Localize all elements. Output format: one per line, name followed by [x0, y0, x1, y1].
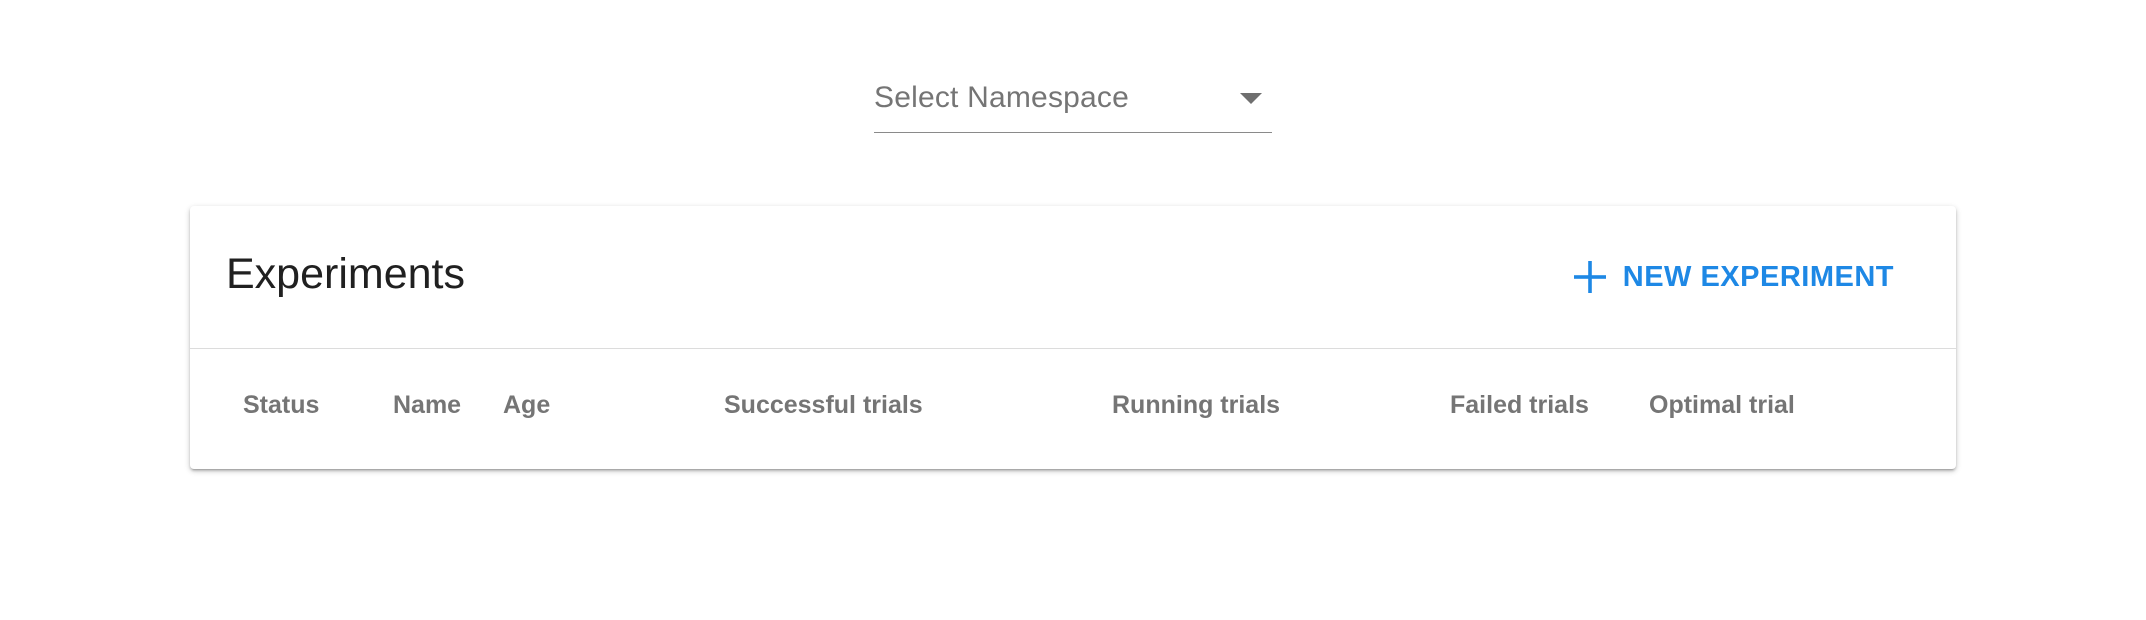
arrow-drop-down-icon[interactable]: [1240, 93, 1262, 104]
namespace-select-placeholder: Select Namespace: [874, 81, 1129, 114]
new-experiment-label: NEW EXPERIMENT: [1622, 260, 1894, 293]
column-header-failed-trials[interactable]: Failed trials: [1450, 391, 1589, 420]
page: Select Namespace Experiments NEW EXPERIM…: [0, 0, 2146, 620]
experiments-card: Experiments NEW EXPERIMENT Status Name A…: [190, 206, 1956, 469]
column-header-running-trials[interactable]: Running trials: [1112, 391, 1280, 420]
experiments-card-header: Experiments NEW EXPERIMENT: [190, 206, 1956, 349]
page-title: Experiments: [226, 250, 465, 298]
plus-icon: [1573, 261, 1606, 293]
column-header-status[interactable]: Status: [243, 391, 319, 420]
namespace-select[interactable]: Select Namespace: [874, 76, 1272, 133]
column-header-optimal-trial[interactable]: Optimal trial: [1649, 391, 1795, 420]
new-experiment-button[interactable]: NEW EXPERIMENT: [1573, 254, 1894, 300]
column-header-successful-trials[interactable]: Successful trials: [724, 391, 923, 420]
column-header-name[interactable]: Name: [393, 391, 461, 420]
column-header-age[interactable]: Age: [503, 391, 550, 420]
